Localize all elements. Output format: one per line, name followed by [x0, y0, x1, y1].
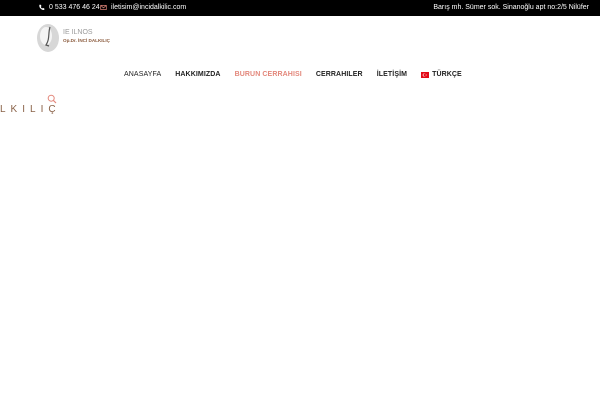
nav-item-anasayfa[interactable]: ANASAYFA [124, 71, 161, 78]
email-contact[interactable]: iletisim@incidalkilic.com [100, 4, 186, 11]
envelope-icon [100, 5, 107, 10]
brand-name-fragment: LKILIÇ [0, 104, 61, 115]
nav-item-iletisim[interactable]: İLETİŞİM [377, 71, 407, 78]
top-bar: 0 533 476 46 24 iletisim@incidalkilic.co… [0, 0, 600, 16]
phone-number: 0 533 476 46 24 [49, 4, 100, 11]
nav-item-cerrahiler[interactable]: CERRAHILER [316, 71, 363, 78]
turkey-flag-icon [421, 71, 430, 78]
logo-line2: Op.Dr. İNCİ DALKILIÇ [63, 37, 111, 43]
address-text: Barış mh. Sümer sok. Sinanoğlu apt no:2/… [433, 4, 589, 11]
search-icon[interactable] [47, 94, 57, 104]
language-label: TÜRKÇE [432, 71, 462, 78]
main-navigation: ANASAYFA HAKKIMIZDA BURUN CERRAHISI CERR… [124, 71, 476, 78]
email-address: iletisim@incidalkilic.com [111, 4, 187, 11]
logo-line1: IE ILNOS [63, 29, 93, 36]
nav-item-burun-cerrahisi[interactable]: BURUN CERRAHISI [235, 71, 302, 78]
phone-icon [39, 4, 45, 10]
site-logo[interactable]: IE ILNOS Op.Dr. İNCİ DALKILIÇ [36, 21, 116, 55]
language-selector[interactable]: TÜRKÇE [421, 71, 462, 78]
nav-item-hakkimizda[interactable]: HAKKIMIZDA [175, 71, 220, 78]
logo-graphic: IE ILNOS Op.Dr. İNCİ DALKILIÇ [37, 24, 111, 52]
phone-contact[interactable]: 0 533 476 46 24 [38, 4, 100, 11]
